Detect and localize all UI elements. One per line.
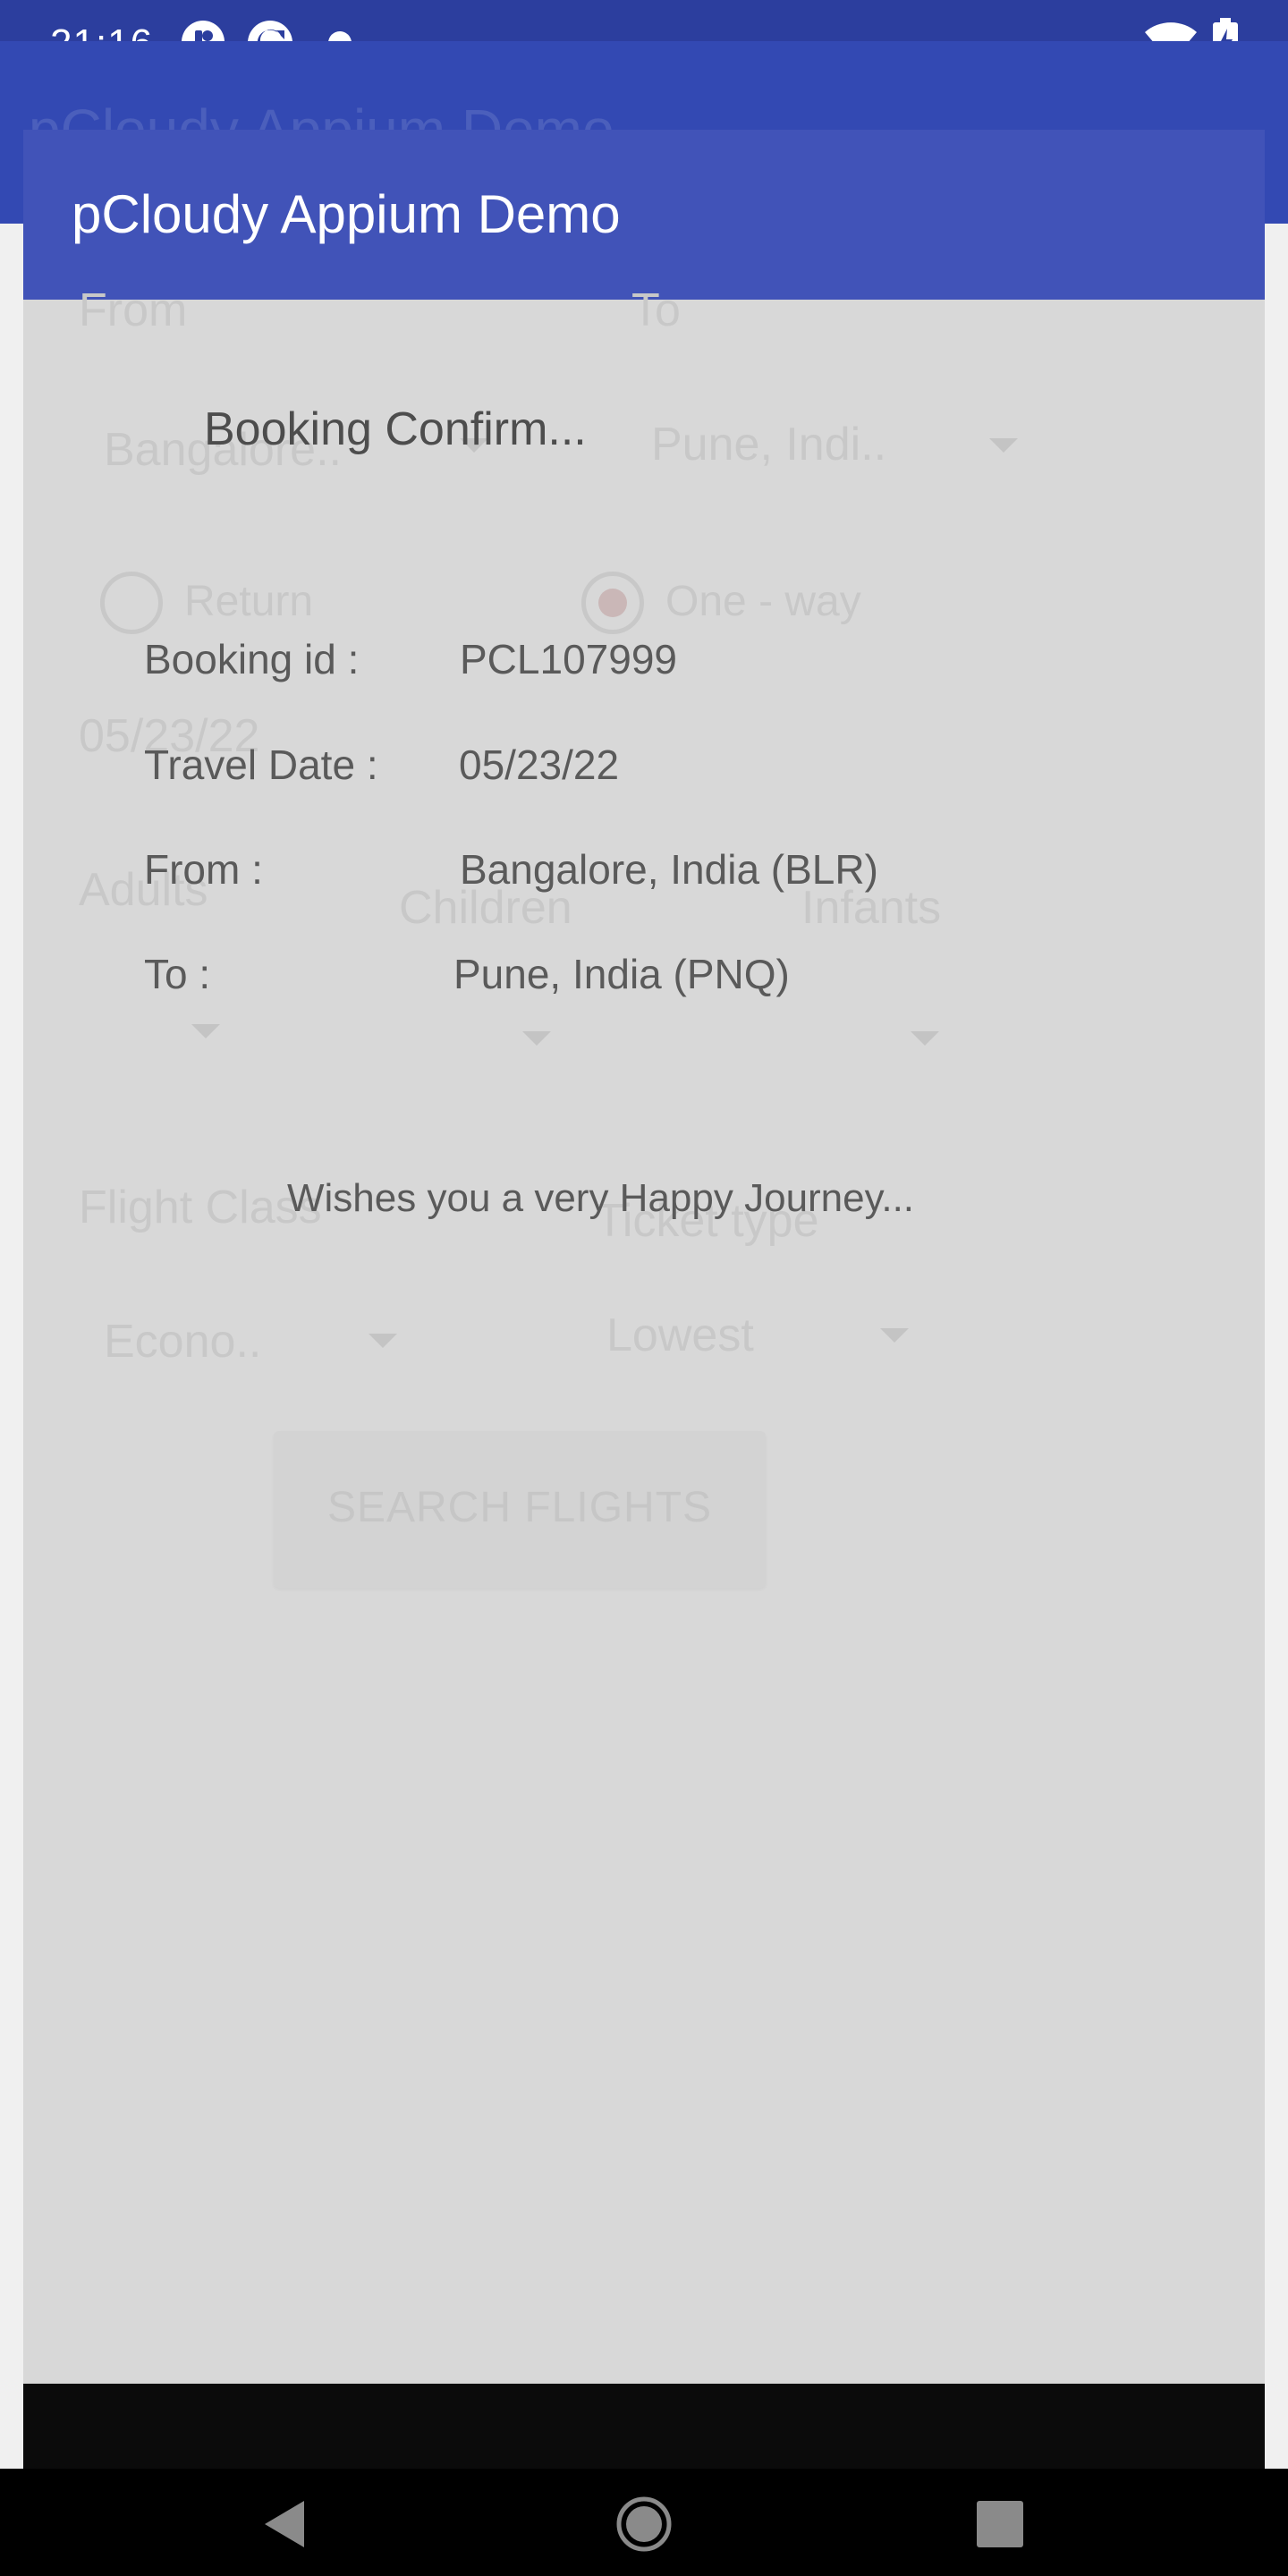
to-detail-label: To : bbox=[144, 951, 211, 997]
booking-id-label: Booking id : bbox=[144, 636, 360, 682]
search-flights-button[interactable]: SEARCH FLIGHTS bbox=[274, 1431, 766, 1588]
flight-class-spinner-value[interactable]: Econo.. bbox=[104, 1315, 261, 1368]
window-bottom-bar bbox=[23, 2384, 1265, 2469]
one-way-radio[interactable] bbox=[581, 572, 644, 634]
return-radio[interactable] bbox=[100, 572, 163, 634]
return-label: Return bbox=[184, 578, 314, 625]
booking-window: pCloudy Appium Demo From To Bangalore.. … bbox=[23, 130, 1265, 2469]
to-spinner-value[interactable]: Pune, Indi.. bbox=[651, 418, 886, 471]
to-chevron-down-icon bbox=[989, 438, 1018, 453]
flight-class-label: Flight Class bbox=[79, 1182, 322, 1233]
flight-class-chevron-down-icon bbox=[369, 1334, 397, 1348]
from-detail-label: From : bbox=[144, 846, 263, 893]
adults-chevron-down-icon[interactable] bbox=[191, 1024, 220, 1038]
children-chevron-down-icon[interactable] bbox=[522, 1031, 551, 1046]
dialog-title: Booking Confirm... bbox=[204, 403, 587, 455]
one-way-label: One - way bbox=[665, 578, 861, 625]
recents-icon[interactable] bbox=[964, 2488, 1036, 2560]
back-icon[interactable] bbox=[249, 2488, 320, 2560]
search-flights-label: SEARCH FLIGHTS bbox=[326, 1484, 713, 1531]
booking-id-value: PCL107999 bbox=[460, 636, 677, 682]
app-title: pCloudy Appium Demo bbox=[72, 184, 621, 244]
to-label: To bbox=[631, 284, 681, 336]
action-bar: pCloudy Appium Demo bbox=[23, 130, 1265, 300]
happy-journey-message: Wishes you a very Happy Journey... bbox=[287, 1176, 915, 1220]
home-icon[interactable] bbox=[608, 2488, 680, 2560]
to-detail-value: Pune, India (PNQ) bbox=[453, 951, 790, 997]
travel-date-label: Travel Date : bbox=[144, 741, 378, 788]
navigation-bar bbox=[0, 2469, 1288, 2576]
infants-chevron-down-icon[interactable] bbox=[911, 1031, 939, 1046]
travel-date-value: 05/23/22 bbox=[459, 741, 620, 788]
from-detail-value: Bangalore, India (BLR) bbox=[460, 846, 878, 893]
ticket-type-chevron-down-icon bbox=[880, 1328, 909, 1343]
ticket-type-spinner-value[interactable]: Lowest bbox=[606, 1309, 754, 1362]
from-label: From bbox=[79, 284, 188, 336]
